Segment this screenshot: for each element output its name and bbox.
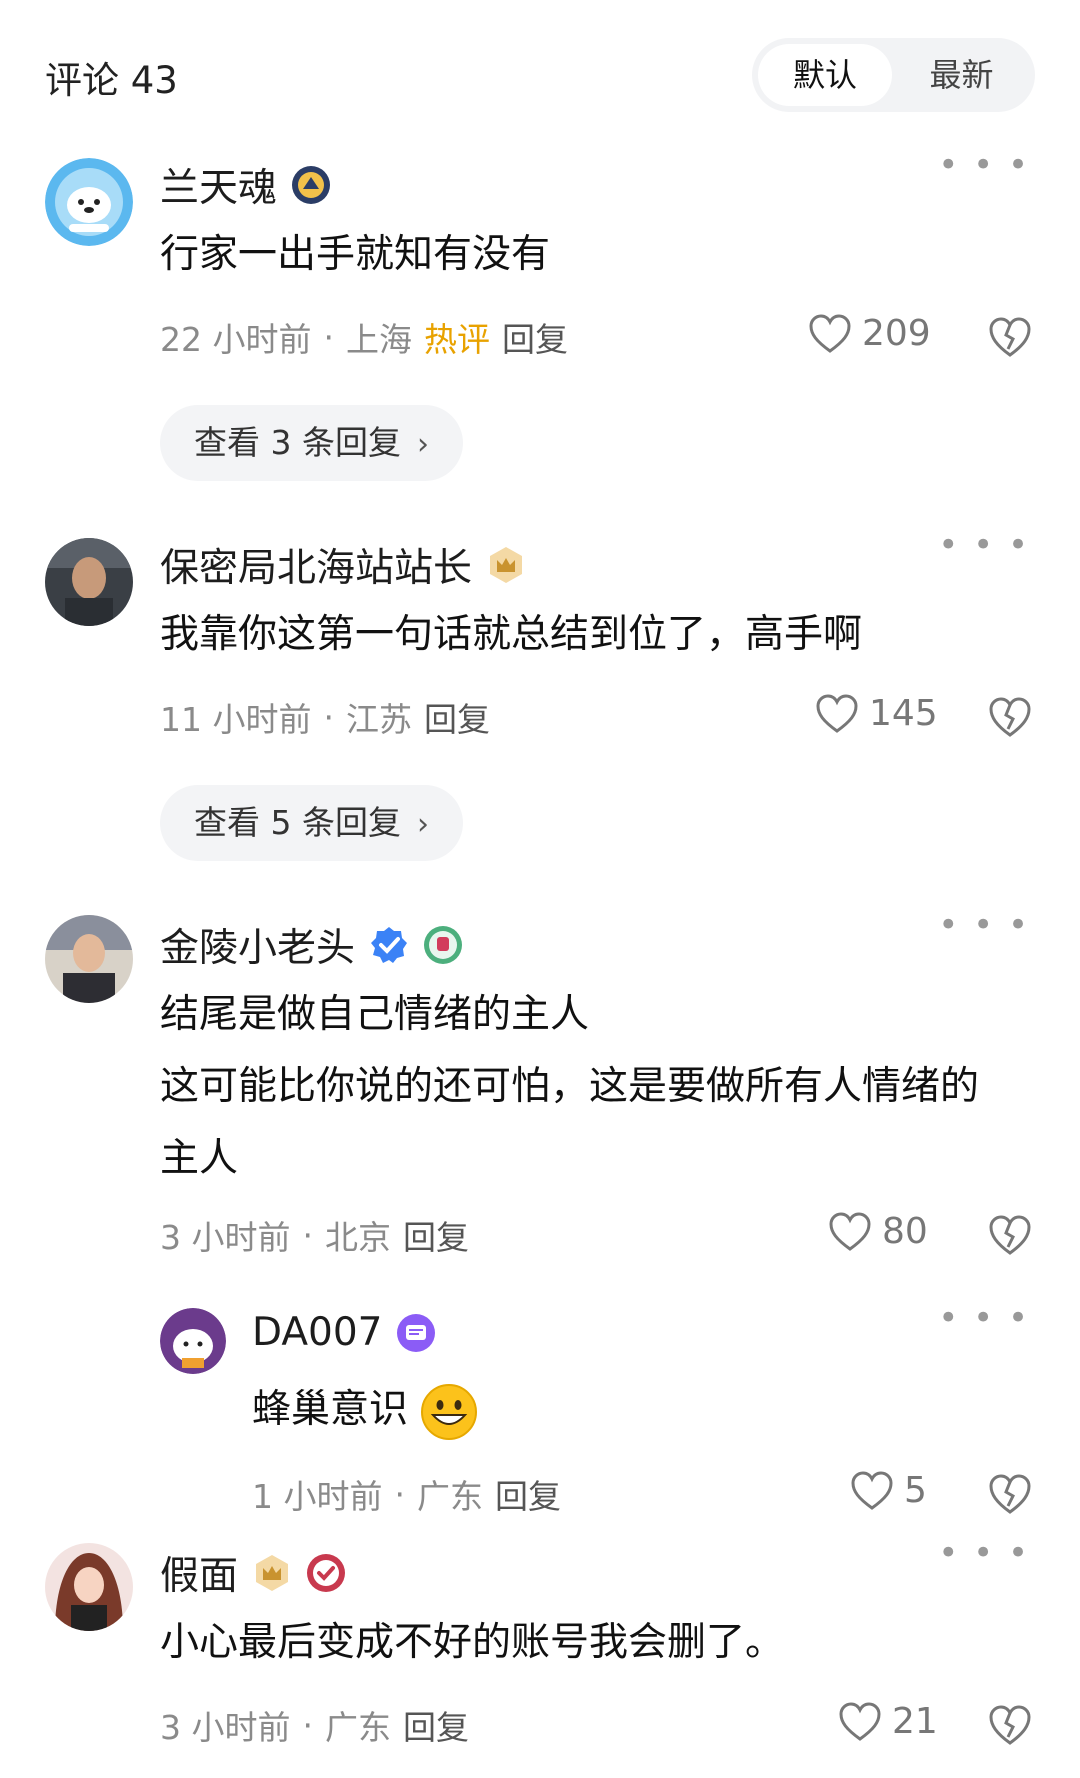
like-button[interactable]: 145 bbox=[815, 693, 938, 734]
comments-count-title: 评论 43 bbox=[45, 59, 178, 102]
reply-button[interactable]: 回复 bbox=[403, 1701, 469, 1749]
sort-toggle: 默认 最新 bbox=[752, 38, 1035, 112]
username[interactable]: DA007 bbox=[252, 1310, 382, 1355]
comment-location: 广东 bbox=[325, 1708, 391, 1747]
cat-avatar-image bbox=[160, 1308, 226, 1374]
heart-icon bbox=[816, 693, 858, 733]
check-badge-icon bbox=[307, 1554, 346, 1592]
more-icon[interactable]: • • • bbox=[938, 145, 1030, 185]
reply-button[interactable]: 回复 bbox=[424, 693, 490, 741]
more-icon[interactable]: • • • bbox=[938, 525, 1030, 565]
view-replies-button[interactable]: 查看 3 条回复 › bbox=[160, 405, 463, 481]
comment-text: 我靠你这第一句话就总结到位了，高手啊 bbox=[160, 612, 863, 657]
comment-text-line: 这可能比你说的还可怕，这是要做所有人情绪的 bbox=[160, 1064, 980, 1109]
avatar[interactable] bbox=[45, 538, 133, 626]
broken-heart-icon[interactable] bbox=[988, 1213, 1032, 1257]
reply-button[interactable]: 回复 bbox=[495, 1470, 561, 1518]
fan-badge-icon bbox=[424, 926, 463, 964]
broken-heart-icon[interactable] bbox=[988, 695, 1032, 739]
meta-separator: · bbox=[323, 697, 334, 737]
username[interactable]: 假面 bbox=[160, 1545, 238, 1601]
comments-header: 评论 43 默认 最新 bbox=[0, 0, 1080, 130]
reply-item: DA007 • • • 蜂巢意识 1 小时前 · 广东 回复 5 bbox=[0, 1290, 1080, 1530]
view-replies-button[interactable]: 查看 5 条回复 › bbox=[160, 785, 463, 861]
username[interactable]: 兰天魂 bbox=[160, 157, 277, 213]
like-button[interactable]: 209 bbox=[808, 313, 931, 354]
heart-icon bbox=[829, 1211, 871, 1251]
avatar[interactable] bbox=[45, 1543, 133, 1631]
broken-heart-icon[interactable] bbox=[988, 1472, 1032, 1516]
comment-time: 3 小时前 bbox=[160, 1708, 291, 1747]
like-count: 21 bbox=[892, 1701, 938, 1742]
verified-badge-icon bbox=[371, 927, 408, 963]
comment-time: 22 小时前 bbox=[160, 320, 312, 359]
comment-text: 结尾是做自己情绪的主人 这可能比你说的还可怕，这是要做所有人情绪的 主人 bbox=[160, 979, 1040, 1195]
view-replies-label: 查看 3 条回复 bbox=[194, 423, 401, 462]
like-button[interactable]: 21 bbox=[838, 1701, 938, 1742]
like-button[interactable]: 5 bbox=[850, 1470, 927, 1511]
sort-default-button[interactable]: 默认 bbox=[758, 44, 892, 106]
comment-location: 北京 bbox=[325, 1218, 391, 1257]
comment-time: 11 小时前 bbox=[160, 700, 312, 739]
chevron-right-icon: › bbox=[416, 807, 429, 842]
avatar[interactable] bbox=[45, 158, 133, 246]
crown-badge-icon bbox=[256, 1555, 289, 1591]
meta-separator: · bbox=[394, 1474, 406, 1514]
comment-text: 行家一出手就知有没有 bbox=[160, 232, 551, 277]
grin-emoji-icon bbox=[421, 1383, 478, 1440]
view-replies-label: 查看 5 条回复 bbox=[194, 803, 401, 842]
comment-location: 广东 bbox=[417, 1477, 483, 1516]
comment-text-line: 结尾是做自己情绪的主人 bbox=[160, 992, 590, 1037]
chevron-right-icon: › bbox=[416, 427, 429, 462]
hot-comment-badge: 热评 bbox=[423, 320, 490, 359]
like-button[interactable]: 80 bbox=[828, 1211, 928, 1252]
meta-separator: · bbox=[302, 1705, 314, 1745]
more-icon[interactable]: • • • bbox=[938, 1298, 1030, 1338]
comment-time: 1 小时前 bbox=[252, 1477, 383, 1516]
more-icon[interactable]: • • • bbox=[938, 1533, 1030, 1573]
meta-separator: · bbox=[323, 317, 334, 357]
comment-item: 兰天魂 • • • 行家一出手就知有没有 22 小时前 · 上海 热评 回复 2… bbox=[0, 135, 1080, 495]
more-icon[interactable]: • • • bbox=[938, 905, 1030, 945]
reply-button[interactable]: 回复 bbox=[403, 1211, 469, 1259]
bear-avatar-image bbox=[45, 158, 133, 246]
comment-item: 假面 • • • 小心最后变成不好的账号我会删了。 3 小时前 · 广东 回复 … bbox=[0, 1525, 1080, 1778]
avatar[interactable] bbox=[45, 915, 133, 1003]
heart-icon bbox=[851, 1470, 893, 1510]
comment-text-line: 主人 bbox=[160, 1136, 239, 1181]
meta-separator: · bbox=[302, 1215, 314, 1255]
comment-location: 上海 bbox=[345, 320, 412, 359]
heart-icon bbox=[809, 313, 851, 353]
member-badge-icon bbox=[397, 1313, 436, 1352]
comment-location: 江苏 bbox=[345, 700, 412, 739]
anime-avatar-image bbox=[45, 1543, 133, 1631]
comment-item: 保密局北海站站长 • • • 我靠你这第一句话就总结到位了，高手啊 11 小时前… bbox=[0, 515, 1080, 861]
like-count: 80 bbox=[882, 1211, 928, 1252]
broken-heart-icon[interactable] bbox=[988, 315, 1032, 359]
like-count: 5 bbox=[904, 1470, 927, 1511]
comment-item: 金陵小老头 • • • 结尾是做自己情绪的主人 这可能比你说的还可怕，这是要做所… bbox=[0, 895, 1080, 1295]
comment-text: 蜂巢意识 bbox=[252, 1374, 478, 1446]
level-badge-icon bbox=[292, 166, 331, 204]
like-count: 145 bbox=[869, 693, 938, 734]
crown-badge-icon bbox=[490, 547, 523, 583]
reply-button[interactable]: 回复 bbox=[502, 313, 568, 361]
username[interactable]: 保密局北海站站长 bbox=[160, 537, 472, 593]
comment-time: 3 小时前 bbox=[160, 1218, 291, 1257]
avatar[interactable] bbox=[160, 1308, 226, 1374]
heart-icon bbox=[839, 1701, 881, 1741]
sort-latest-button[interactable]: 最新 bbox=[894, 44, 1029, 106]
comment-text: 小心最后变成不好的账号我会删了。 bbox=[160, 1620, 785, 1665]
broken-heart-icon[interactable] bbox=[988, 1703, 1032, 1747]
like-count: 209 bbox=[862, 313, 931, 354]
username[interactable]: 金陵小老头 bbox=[160, 917, 355, 973]
reply-text: 蜂巢意识 bbox=[252, 1387, 409, 1432]
man-avatar-image bbox=[45, 538, 133, 626]
elder-avatar-image bbox=[45, 915, 133, 1003]
